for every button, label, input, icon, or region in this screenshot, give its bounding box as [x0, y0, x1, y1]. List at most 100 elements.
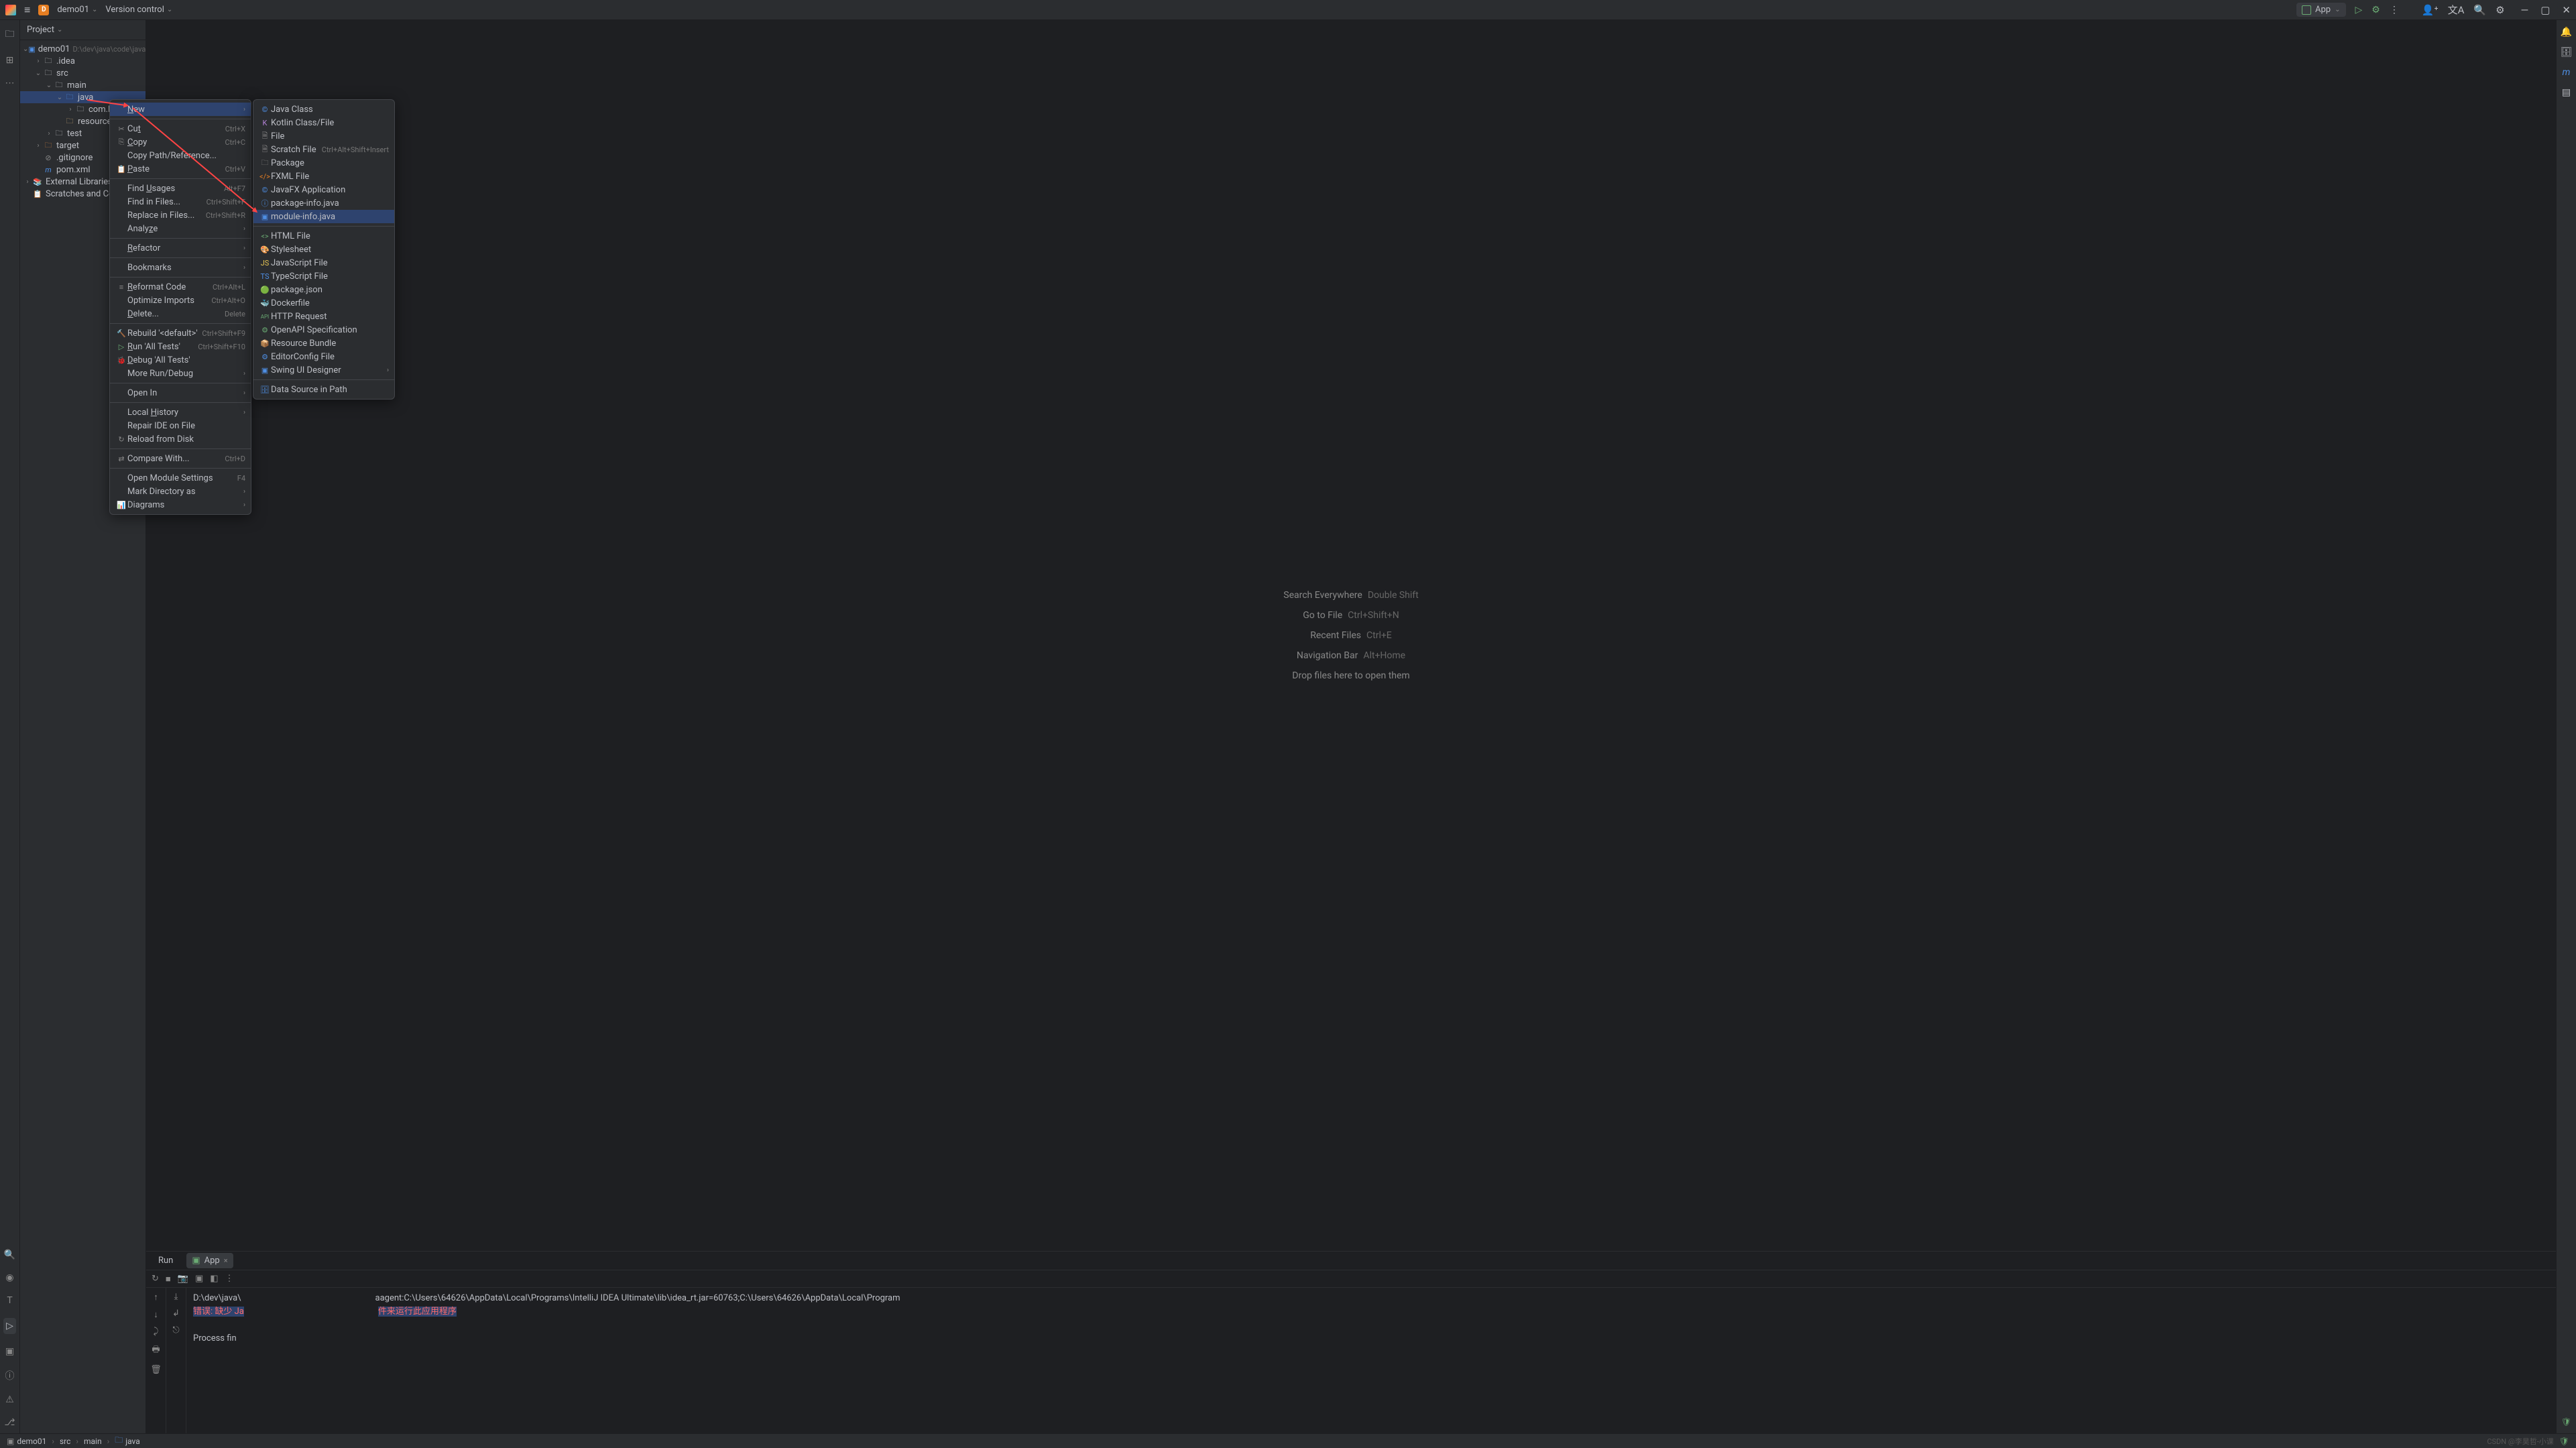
- code-with-me-icon[interactable]: 👤⁺: [2422, 4, 2439, 16]
- new-datasource[interactable]: 🗄Data Source in Path: [253, 383, 394, 396]
- more-icon[interactable]: ⋮: [225, 1274, 234, 1284]
- menu-open-in[interactable]: Open In›: [110, 386, 251, 400]
- menu-mark-dir[interactable]: Mark Directory as›: [110, 485, 251, 498]
- new-html[interactable]: <>HTML File: [253, 229, 394, 243]
- project-tool-icon[interactable]: 🗀: [5, 27, 15, 43]
- new-swing[interactable]: ▣Swing UI Designer›: [253, 363, 394, 377]
- search-tool-icon[interactable]: 🔍: [4, 1250, 15, 1260]
- new-ts[interactable]: TSTypeScript File: [253, 269, 394, 283]
- database-icon[interactable]: 🗄: [2561, 47, 2573, 58]
- new-fxml[interactable]: </>FXML File: [253, 170, 394, 183]
- new-kotlin[interactable]: KKotlin Class/File: [253, 116, 394, 129]
- more-actions-icon[interactable]: ⋮: [2390, 5, 2399, 15]
- menu-debug-all[interactable]: 🐞Debug 'All Tests': [110, 353, 251, 367]
- menu-analyze[interactable]: Analyze›: [110, 222, 251, 235]
- main-menu-icon[interactable]: ≡: [24, 3, 30, 17]
- run-button[interactable]: ▷: [2355, 5, 2363, 15]
- structure-tool-icon[interactable]: ⊞: [6, 55, 14, 66]
- tree-root[interactable]: ⌄▣ demo01D:\dev\java\code\java: [20, 43, 145, 55]
- menu-cut[interactable]: ✂CutCtrl+X: [110, 122, 251, 135]
- down-icon[interactable]: ↓: [154, 1309, 158, 1320]
- run-config-selector[interactable]: App ⌄: [2296, 3, 2345, 17]
- new-dockerfile[interactable]: 🐳Dockerfile: [253, 296, 394, 310]
- new-package[interactable]: 🗀Package: [253, 156, 394, 170]
- console-output[interactable]: D:\dev\java\aagent:C:\Users\64626\AppDat…: [186, 1288, 2556, 1433]
- version-control-menu[interactable]: Version control⌄: [105, 5, 172, 15]
- run-tool-icon[interactable]: ▷: [3, 1318, 16, 1334]
- menu-reformat[interactable]: ≡Reformat CodeCtrl+Alt+L: [110, 280, 251, 294]
- new-file[interactable]: 🗎File: [253, 129, 394, 143]
- new-js[interactable]: JSJavaScript File: [253, 256, 394, 269]
- close-button[interactable]: ✕: [2562, 4, 2571, 16]
- text-tool-icon[interactable]: T: [7, 1295, 12, 1306]
- maximize-button[interactable]: ▢: [2540, 4, 2550, 16]
- filter-icon[interactable]: ◧: [210, 1274, 218, 1284]
- breadcrumb[interactable]: ▣demo01 ›src ›main ›🗀 java: [7, 1434, 140, 1448]
- translate-icon[interactable]: 文A: [2448, 3, 2465, 17]
- shield-icon[interactable]: 🛡: [2561, 1417, 2571, 1427]
- run-tab[interactable]: Run: [153, 1253, 178, 1268]
- vcs-tool-icon[interactable]: ◉: [5, 1272, 13, 1283]
- maven-icon[interactable]: m: [2563, 67, 2571, 78]
- menu-replace-in-files[interactable]: Replace in Files...Ctrl+Shift+R: [110, 208, 251, 222]
- menu-local-history[interactable]: Local History›: [110, 406, 251, 419]
- new-openapi[interactable]: ⚙OpenAPI Specification: [253, 323, 394, 337]
- menu-delete[interactable]: Delete...Delete: [110, 307, 251, 320]
- softwrap-icon[interactable]: ↲: [172, 1309, 180, 1319]
- menu-run-all[interactable]: ▷Run 'All Tests'Ctrl+Shift+F10: [110, 340, 251, 353]
- tree-src[interactable]: ⌄🗀src: [20, 67, 145, 79]
- scroll-icon[interactable]: ⤓: [174, 1292, 178, 1302]
- tree-idea[interactable]: ›🗀.idea: [20, 55, 145, 67]
- search-icon[interactable]: 🔍: [2473, 4, 2486, 16]
- git-tool-icon[interactable]: ⎇: [4, 1417, 15, 1428]
- new-http[interactable]: APIHTTP Request: [253, 310, 394, 323]
- print-icon[interactable]: 🖶: [152, 1343, 160, 1358]
- settings-icon[interactable]: ⚙: [2496, 4, 2504, 16]
- more-tools-icon[interactable]: ⋯: [5, 78, 15, 88]
- shield-status-icon[interactable]: 🛡: [2559, 1437, 2569, 1446]
- problems-tool-icon[interactable]: ⓘ: [5, 1369, 15, 1382]
- menu-repair[interactable]: Repair IDE on File: [110, 419, 251, 432]
- menu-paste[interactable]: 📋PasteCtrl+V: [110, 162, 251, 176]
- menu-new[interactable]: New›: [110, 103, 251, 116]
- up-icon[interactable]: ↑: [154, 1292, 158, 1303]
- warning-tool-icon[interactable]: ⚠: [5, 1394, 14, 1405]
- minimize-button[interactable]: —: [2521, 4, 2529, 16]
- coverage-icon[interactable]: ▤: [2562, 87, 2571, 98]
- app-tab[interactable]: ▣App×: [186, 1253, 233, 1268]
- menu-module-settings[interactable]: Open Module SettingsF4: [110, 471, 251, 485]
- new-package-json[interactable]: 🟢package.json: [253, 283, 394, 296]
- new-java-class[interactable]: ©Java Class: [253, 103, 394, 116]
- terminal-tool-icon[interactable]: ▣: [5, 1346, 14, 1357]
- menu-more-run[interactable]: More Run/Debug›: [110, 367, 251, 380]
- new-stylesheet[interactable]: 🎨Stylesheet: [253, 243, 394, 256]
- menu-find-in-files[interactable]: Find in Files...Ctrl+Shift+F: [110, 195, 251, 208]
- project-sidebar-header[interactable]: Project ⌄: [20, 20, 145, 40]
- new-module-info[interactable]: ▣module-info.java: [253, 210, 394, 223]
- menu-bookmarks[interactable]: Bookmarks›: [110, 261, 251, 274]
- menu-compare[interactable]: ⇄Compare With...Ctrl+D: [110, 452, 251, 465]
- stop-icon[interactable]: ■: [166, 1274, 171, 1284]
- debug-button[interactable]: ⚙: [2372, 5, 2380, 15]
- menu-refactor[interactable]: Refactor›: [110, 241, 251, 255]
- new-package-info[interactable]: ⓘpackage-info.java: [253, 196, 394, 210]
- menu-reload[interactable]: ↻Reload from Disk: [110, 432, 251, 446]
- project-selector[interactable]: demo01⌄: [57, 5, 97, 15]
- menu-diagrams[interactable]: 📊Diagrams›: [110, 498, 251, 511]
- rerun-icon[interactable]: ↻: [152, 1274, 159, 1284]
- tree-main[interactable]: ⌄🗀main: [20, 79, 145, 91]
- exit-icon[interactable]: ⎋: [172, 1325, 179, 1335]
- new-resource-bundle[interactable]: 📦Resource Bundle: [253, 337, 394, 350]
- new-editorconfig[interactable]: ⚙EditorConfig File: [253, 350, 394, 363]
- new-javafx[interactable]: ©JavaFX Application: [253, 183, 394, 196]
- notifications-icon[interactable]: 🔔: [2561, 27, 2572, 38]
- close-tab-icon[interactable]: ×: [224, 1256, 228, 1265]
- layout-icon[interactable]: ▣: [195, 1274, 203, 1284]
- trash-icon[interactable]: 🗑: [150, 1365, 162, 1375]
- menu-optimize[interactable]: Optimize ImportsCtrl+Alt+O: [110, 294, 251, 307]
- camera-icon[interactable]: 📷: [178, 1274, 188, 1284]
- wrap-icon[interactable]: ⤸: [154, 1327, 159, 1337]
- menu-rebuild[interactable]: 🔨Rebuild '<default>'Ctrl+Shift+F9: [110, 326, 251, 340]
- menu-copy-path[interactable]: Copy Path/Reference...: [110, 149, 251, 162]
- new-scratch[interactable]: 🗎Scratch FileCtrl+Alt+Shift+Insert: [253, 143, 394, 156]
